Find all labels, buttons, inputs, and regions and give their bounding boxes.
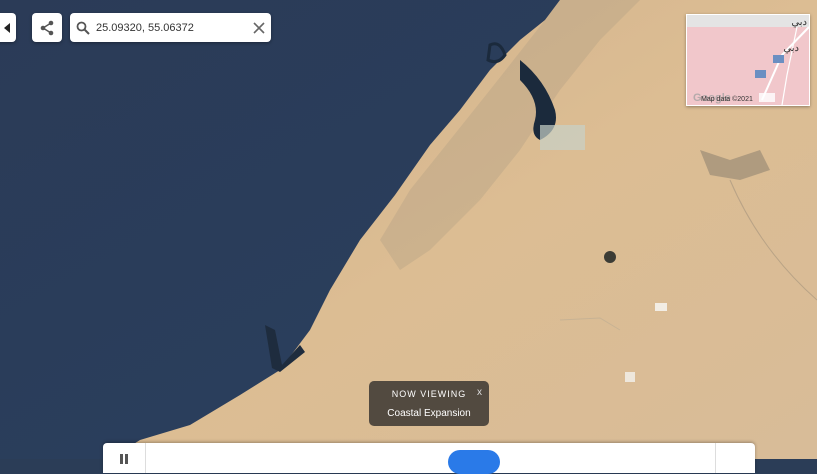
pause-icon bbox=[119, 454, 129, 473]
share-button[interactable] bbox=[32, 13, 62, 42]
overview-minimap[interactable]: دبي دبي Google Map data ©2021 bbox=[686, 14, 810, 106]
search-input[interactable] bbox=[94, 20, 253, 35]
year-track[interactable] bbox=[147, 443, 715, 474]
search-icon[interactable] bbox=[76, 21, 90, 35]
now-viewing-card: NOW VIEWING Coastal Expansion x bbox=[369, 381, 489, 426]
close-icon[interactable]: x bbox=[477, 387, 482, 398]
close-icon[interactable] bbox=[253, 21, 265, 34]
coordinate-search-box[interactable] bbox=[70, 13, 271, 42]
share-icon bbox=[40, 20, 54, 35]
selected-year-marker[interactable] bbox=[448, 450, 500, 474]
minimap-city-label: دبي bbox=[791, 17, 807, 28]
minimap-city-label-2: دبي bbox=[783, 43, 799, 54]
map-attribution: Map data ©2021 bbox=[701, 96, 753, 103]
pause-button[interactable] bbox=[103, 443, 146, 473]
back-button[interactable] bbox=[0, 13, 16, 42]
timelapse-timeline[interactable] bbox=[103, 443, 755, 474]
chevron-left-icon bbox=[4, 22, 10, 33]
timeline-end-control[interactable] bbox=[715, 443, 755, 473]
now-viewing-title: Coastal Expansion bbox=[387, 408, 471, 419]
now-viewing-heading: NOW VIEWING bbox=[391, 389, 467, 399]
